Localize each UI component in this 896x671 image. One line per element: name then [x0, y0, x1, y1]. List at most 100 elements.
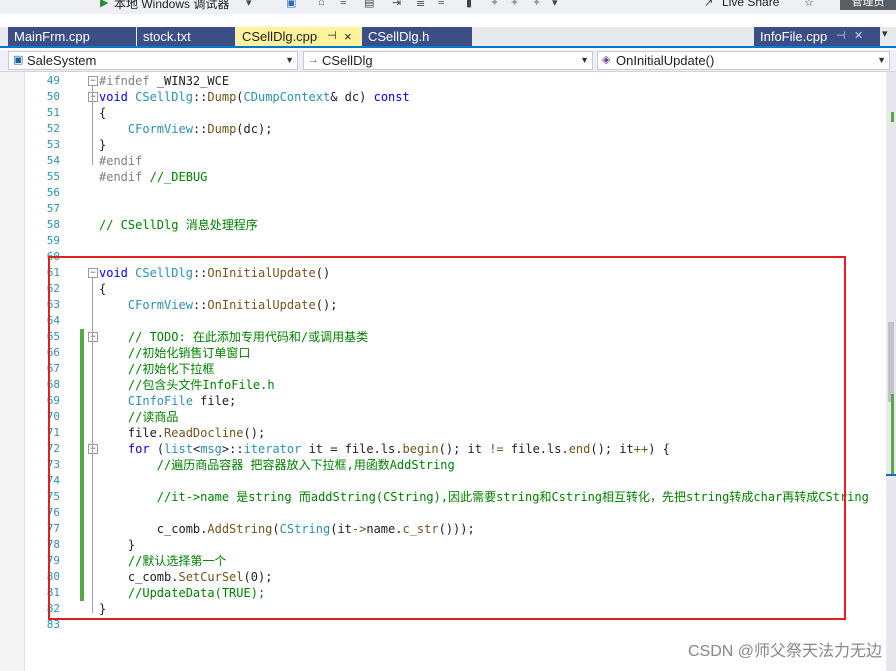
live-share-icon[interactable]: ↗ [704, 0, 713, 9]
code-line[interactable]: 75 //it->name 是string 而addString(CString… [0, 489, 896, 505]
debugger-button[interactable]: 本地 Windows 调试器 [114, 0, 229, 12]
code-line[interactable]: 63 CFormView::OnInitialUpdate(); [0, 297, 896, 313]
code-text: //初始化销售订单窗口 [127, 346, 251, 360]
code-line[interactable]: 80 c_comb.SetCurSel(0); [0, 569, 896, 585]
bookmark-next-icon[interactable]: ✦ [510, 0, 519, 9]
code-line[interactable]: 50 −void CSellDlg::Dump(CDumpContext& dc)… [0, 89, 896, 105]
code-line[interactable]: 53} [0, 137, 896, 153]
tab-cselldlg-cpp[interactable]: CSellDlg.cpp ⊣ × [236, 27, 362, 46]
home-icon[interactable]: ⌂ [318, 0, 325, 8]
change-indicator [80, 585, 84, 601]
play-icon[interactable]: ▶ [100, 0, 108, 9]
tab-stock-txt[interactable]: stock.txt [137, 27, 235, 46]
code-editor[interactable]: 49−#ifndef _WIN32_WCE50−void CSellDlg::D… [0, 72, 896, 671]
line-number: 79 [46, 554, 60, 567]
bookmark-icon[interactable]: ▮ [466, 0, 472, 9]
code-line[interactable]: 71 file.ReadDocline(); [0, 425, 896, 441]
scope-name: CSellDlg [322, 53, 373, 68]
tab-label: stock.txt [143, 29, 191, 44]
bookmark-clear-icon[interactable]: ✦ [532, 0, 541, 9]
project-dropdown[interactable]: ▣ SaleSystem ▼ [8, 51, 298, 70]
line-number: 56 [46, 186, 60, 199]
line-number: 61 [46, 266, 60, 279]
code-line[interactable]: 82} [0, 601, 896, 617]
document-tab-strip: MainFrm.cpp stock.txt CSellDlg.cpp ⊣ × C… [0, 27, 896, 48]
code-line[interactable]: 59 [0, 233, 896, 249]
code-line[interactable]: 62 { [0, 281, 896, 297]
code-line[interactable]: 56 [0, 185, 896, 201]
line-number: 52 [46, 122, 60, 135]
pin-icon[interactable]: ⊣ [836, 27, 846, 46]
code-line[interactable]: 76 [0, 505, 896, 521]
code-line[interactable]: 65 − // TODO: 在此添加专用代码和/或调用基类 [0, 329, 896, 345]
tab-infofile-cpp[interactable]: InfoFile.cpp ⊣ ✕ [754, 27, 880, 46]
live-share-button[interactable]: Live Share [722, 0, 779, 9]
scrollbar-thumb[interactable] [888, 322, 894, 402]
code-text: } [99, 602, 107, 616]
folder-icon[interactable]: ▣ [286, 0, 296, 9]
code-line[interactable]: 73 //遍历商品容器 把容器放入下拉框,用函数AddString [0, 457, 896, 473]
code-line[interactable]: 52 CFormView::Dump(dc); [0, 121, 896, 137]
line-number: 51 [46, 106, 60, 119]
code-line[interactable]: 72 − for (list<msg>::iterator it = file.l… [0, 441, 896, 457]
comment-icon[interactable]: ≣ [416, 0, 425, 9]
code-text: //遍历商品容器 把容器放入下拉框,用函数AddString [156, 458, 455, 472]
toolbar-overflow-icon[interactable]: ▾ [552, 0, 558, 9]
code-line[interactable]: 81 //UpdateData(TRUE); [0, 585, 896, 601]
fold-toggle-icon[interactable]: − [88, 268, 98, 278]
dropdown-arrow-icon[interactable]: ▾ [246, 0, 252, 9]
bookmark-prev-icon[interactable]: ✦ [490, 0, 499, 9]
code-line[interactable]: 70 //读商品 [0, 409, 896, 425]
code-line[interactable]: 78 } [0, 537, 896, 553]
tab-cselldlg-h[interactable]: CSellDlg.h [362, 27, 472, 46]
tab-mainfrm-cpp[interactable]: MainFrm.cpp [8, 27, 136, 46]
scope-dropdown[interactable]: → CSellDlg ▼ [303, 51, 593, 70]
line-number: 74 [46, 474, 60, 487]
line-number: 80 [46, 570, 60, 583]
code-line[interactable]: 61 − void CSellDlg::OnInitialUpdate() [0, 265, 896, 281]
line-number: 55 [46, 170, 60, 183]
code-text: { [99, 282, 107, 296]
code-text: c_comb.SetCurSel(0); [99, 570, 273, 584]
code-text: for (list<msg>::iterator it = file.ls.be… [127, 442, 670, 456]
code-line[interactable]: 58 // CSellDlg 消息处理程序 [0, 217, 896, 233]
code-line[interactable]: 83 [0, 617, 896, 633]
code-text: file.ReadDocline(); [99, 426, 266, 440]
format-icon[interactable]: ≡ [340, 0, 346, 8]
admin-badge[interactable]: 管理员 [840, 0, 896, 10]
indent-icon[interactable]: ⇥ [392, 0, 401, 9]
fold-toggle-icon[interactable]: − [88, 444, 98, 454]
fold-guide [92, 85, 93, 165]
close-icon[interactable]: × [344, 27, 352, 46]
tab-label: InfoFile.cpp [760, 29, 828, 44]
code-line[interactable]: 57 [0, 201, 896, 217]
close-icon[interactable]: ✕ [854, 27, 863, 46]
fold-toggle-icon[interactable]: − [88, 76, 98, 86]
code-line[interactable]: 49 − #ifndef _WIN32_WCE [0, 73, 896, 89]
code-line[interactable]: 54 #endif [0, 153, 896, 169]
toolbar: ▶ 本地 Windows 调试器 ▾ ▣ ⌂ ≡ ▤ ⇥ ≣ ≡ ▮ ✦ ✦ ✦… [0, 0, 896, 14]
code-line[interactable]: 67 //初始化下拉框 [0, 361, 896, 377]
code-line[interactable]: 66 //初始化销售订单窗口 [0, 345, 896, 361]
chevron-down-icon: ▼ [877, 55, 886, 65]
code-line[interactable]: 51 { [0, 105, 896, 121]
uncomment-icon[interactable]: ≡ [438, 0, 444, 8]
member-dropdown[interactable]: ◈ OnInitialUpdate() ▼ [597, 51, 890, 70]
code-line[interactable]: 77 c_comb.AddString(CString(it->name.c_s… [0, 521, 896, 537]
code-line[interactable]: 74 [0, 473, 896, 489]
project-name: SaleSystem [27, 53, 97, 68]
feedback-icon[interactable]: ☆ [804, 0, 814, 9]
code-line[interactable]: 64 [0, 313, 896, 329]
vertical-scrollbar[interactable] [886, 72, 896, 671]
save-icon[interactable]: ▤ [364, 0, 374, 9]
code-line[interactable]: 79 //默认选择第一个 [0, 553, 896, 569]
code-text: void CSellDlg::Dump(CDumpContext& dc) co… [99, 90, 410, 104]
code-line[interactable]: 60 [0, 249, 896, 265]
fold-toggle-icon[interactable]: − [88, 92, 98, 102]
pin-icon[interactable]: ⊣ [327, 27, 337, 46]
code-line[interactable]: 55 #endif //_DEBUG [0, 169, 896, 185]
code-line[interactable]: 68 //包含头文件InfoFile.h [0, 377, 896, 393]
tab-list-dropdown-icon[interactable]: ▾ [882, 27, 888, 40]
fold-toggle-icon[interactable]: − [88, 332, 98, 342]
code-line[interactable]: 69 CInfoFile file; [0, 393, 896, 409]
